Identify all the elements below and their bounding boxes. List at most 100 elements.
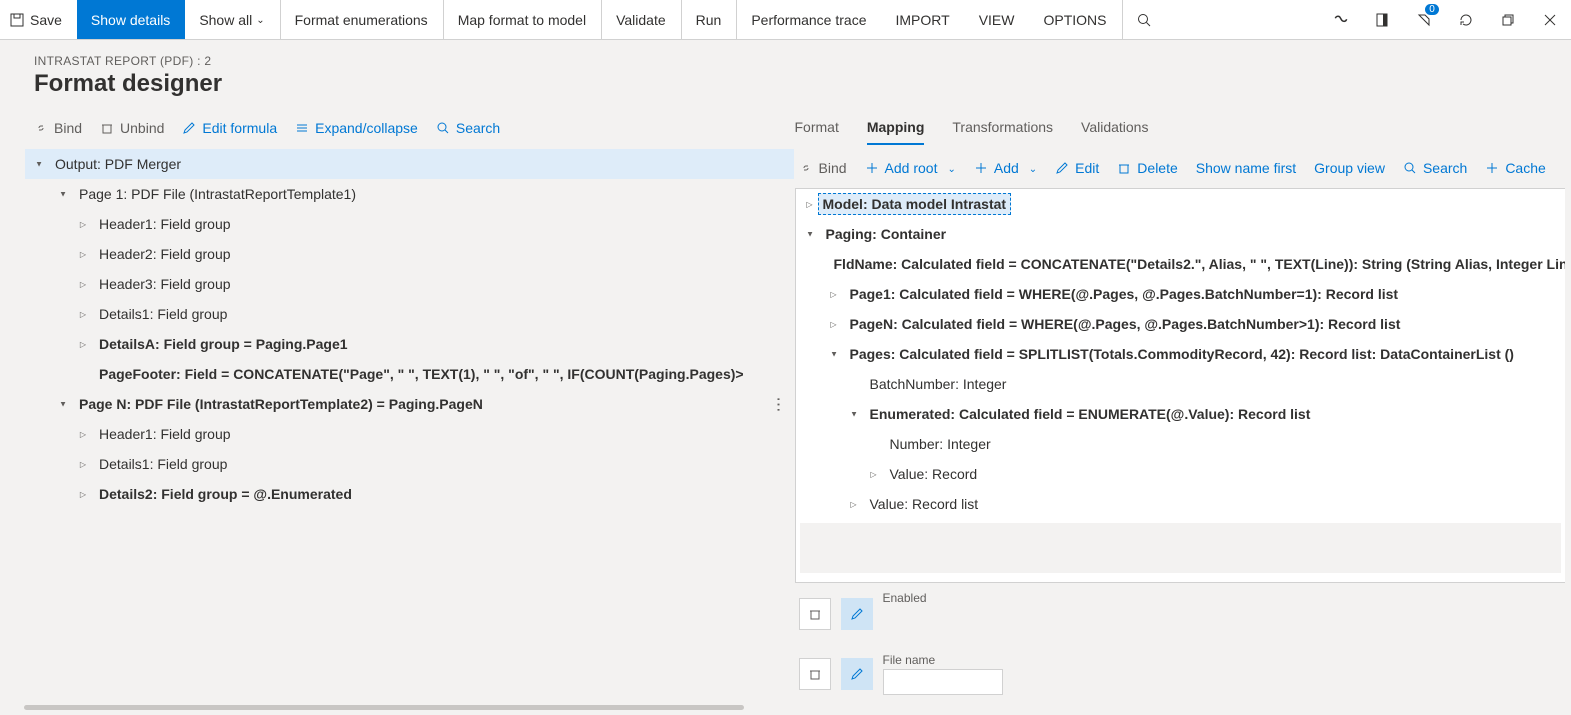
- expand-toggle[interactable]: ▷: [75, 460, 91, 469]
- import-button[interactable]: IMPORT: [882, 0, 965, 39]
- left-tree-row[interactable]: ▷Header1: Field group: [25, 209, 794, 239]
- left-tree-row[interactable]: ▷Details1: Field group: [25, 449, 794, 479]
- trash-icon: [808, 667, 822, 681]
- toolbar-search-button[interactable]: [1122, 0, 1166, 39]
- prop-edit-filename[interactable]: [841, 658, 873, 690]
- validate-button[interactable]: Validate: [601, 0, 681, 39]
- tree-node-label: Header1: Field group: [91, 426, 231, 442]
- expand-toggle[interactable]: ▷: [75, 310, 91, 319]
- expand-toggle[interactable]: ▷: [826, 320, 842, 329]
- spacer: [800, 523, 1562, 573]
- infinity-icon-button[interactable]: [1319, 0, 1361, 39]
- right-tree[interactable]: ▷Model: Data model Intrastat▲Paging: Con…: [795, 188, 1566, 583]
- right-tree-row[interactable]: ▲Pages: Calculated field = SPLITLIST(Tot…: [796, 339, 1566, 369]
- left-tree-row[interactable]: ▷Details2: Field group = @.Enumerated: [25, 479, 794, 509]
- tab-format[interactable]: Format: [795, 111, 839, 145]
- show-all-button[interactable]: Show all⌄: [185, 0, 279, 39]
- left-tree-row[interactable]: ▷Details1: Field group: [25, 299, 794, 329]
- bind-button[interactable]: Bind: [34, 120, 82, 136]
- left-tree-row[interactable]: ▲Output: PDF Merger: [25, 149, 794, 179]
- edit-formula-button[interactable]: Edit formula: [182, 120, 277, 136]
- add-root-button[interactable]: Add root⌄: [865, 160, 956, 176]
- edit-icon: [850, 667, 864, 681]
- save-button[interactable]: Save: [0, 0, 77, 39]
- expand-toggle[interactable]: ▷: [802, 200, 818, 209]
- collapse-toggle[interactable]: ▲: [55, 190, 71, 199]
- save-icon: [10, 13, 24, 27]
- collapse-toggle[interactable]: ▲: [55, 400, 71, 409]
- right-tree-row[interactable]: Number: Integer: [796, 429, 1566, 459]
- tab-transformations[interactable]: Transformations: [952, 111, 1053, 145]
- map-format-label: Map format to model: [458, 12, 586, 28]
- prop-delete-enabled[interactable]: [799, 598, 831, 630]
- filename-input[interactable]: [883, 669, 1003, 695]
- expand-toggle[interactable]: ▷: [75, 280, 91, 289]
- enabled-input[interactable]: [883, 607, 1566, 637]
- right-tree-row[interactable]: ▷Model: Data model Intrastat: [796, 189, 1566, 219]
- expand-toggle[interactable]: ▷: [75, 340, 91, 349]
- map-format-to-model-button[interactable]: Map format to model: [443, 0, 601, 39]
- titlebar-right: 0: [1319, 0, 1571, 39]
- left-tree-row[interactable]: ▷Header1: Field group: [25, 419, 794, 449]
- left-tree-row[interactable]: ▲Page N: PDF File (IntrastatReportTempla…: [25, 389, 794, 419]
- expand-toggle[interactable]: ▷: [75, 250, 91, 259]
- right-tree-row[interactable]: BatchNumber: Integer: [796, 369, 1566, 399]
- right-tree-row[interactable]: ▷Value: Record list: [796, 489, 1566, 519]
- expand-toggle[interactable]: ▷: [866, 470, 882, 479]
- prop-delete-filename[interactable]: [799, 658, 831, 690]
- delete-button[interactable]: Delete: [1117, 160, 1177, 176]
- cache-button[interactable]: Cache: [1485, 160, 1545, 176]
- show-details-button[interactable]: Show details: [77, 0, 185, 39]
- restore-button[interactable]: [1487, 0, 1529, 39]
- tab-validations[interactable]: Validations: [1081, 111, 1148, 145]
- office-icon-button[interactable]: [1361, 0, 1403, 39]
- left-tree-row[interactable]: ▷Header3: Field group: [25, 269, 794, 299]
- expand-collapse-button[interactable]: Expand/collapse: [295, 120, 418, 136]
- edit-icon: [182, 121, 196, 135]
- refresh-button[interactable]: [1445, 0, 1487, 39]
- left-search-button[interactable]: Search: [436, 120, 500, 136]
- left-tree-row[interactable]: PageFooter: Field = CONCATENATE("Page", …: [25, 359, 794, 389]
- performance-trace-button[interactable]: Performance trace: [736, 0, 881, 39]
- cache-label: Cache: [1505, 160, 1545, 176]
- collapse-toggle[interactable]: ▲: [846, 410, 862, 419]
- expand-toggle[interactable]: ▷: [846, 500, 862, 509]
- unbind-button[interactable]: Unbind: [100, 120, 164, 136]
- expand-toggle[interactable]: ▷: [826, 290, 842, 299]
- group-view-button[interactable]: Group view: [1314, 160, 1385, 176]
- right-search-button[interactable]: Search: [1403, 160, 1467, 176]
- more-icon[interactable]: ⋯: [768, 397, 788, 412]
- prop-edit-enabled[interactable]: [841, 598, 873, 630]
- right-tree-row[interactable]: ▲Enumerated: Calculated field = ENUMERAT…: [796, 399, 1566, 429]
- expand-toggle[interactable]: ▷: [75, 490, 91, 499]
- options-button[interactable]: OPTIONS: [1029, 0, 1121, 39]
- edit-button[interactable]: Edit: [1055, 160, 1099, 176]
- right-bind-label: Bind: [819, 160, 847, 176]
- format-enumerations-button[interactable]: Format enumerations: [280, 0, 443, 39]
- collapse-toggle[interactable]: ▲: [802, 230, 818, 239]
- tab-mapping[interactable]: Mapping: [867, 111, 925, 145]
- collapse-toggle[interactable]: ▲: [31, 160, 47, 169]
- right-tree-row[interactable]: ▷PageN: Calculated field = WHERE(@.Pages…: [796, 309, 1566, 339]
- horizontal-scrollbar[interactable]: [24, 705, 1547, 715]
- show-name-first-button[interactable]: Show name first: [1196, 160, 1296, 176]
- left-tree-row[interactable]: ▷Header2: Field group: [25, 239, 794, 269]
- collapse-toggle[interactable]: ▲: [826, 350, 842, 359]
- run-button[interactable]: Run: [681, 0, 737, 39]
- right-tree-row[interactable]: ▷Page1: Calculated field = WHERE(@.Pages…: [796, 279, 1566, 309]
- expand-toggle[interactable]: ▷: [75, 220, 91, 229]
- right-tree-row[interactable]: ▷Value: Record: [796, 459, 1566, 489]
- close-button[interactable]: [1529, 0, 1571, 39]
- scrollbar-thumb[interactable]: [24, 705, 744, 710]
- left-tree-row[interactable]: ▲Page 1: PDF File (IntrastatReportTempla…: [25, 179, 794, 209]
- view-button[interactable]: VIEW: [965, 0, 1030, 39]
- right-tree-row[interactable]: FldName: Calculated field = CONCATENATE(…: [796, 249, 1566, 279]
- expand-toggle[interactable]: ▷: [75, 430, 91, 439]
- right-tree-row[interactable]: ▲Paging: Container: [796, 219, 1566, 249]
- plus-icon: [974, 161, 988, 175]
- tree-node-label: PageFooter: Field = CONCATENATE("Page", …: [91, 366, 744, 382]
- add-button[interactable]: Add⌄: [974, 160, 1037, 176]
- notification-button[interactable]: 0: [1403, 0, 1445, 39]
- right-bind-button[interactable]: Bind: [799, 160, 847, 176]
- left-tree-row[interactable]: ▷DetailsA: Field group = Paging.Page1: [25, 329, 794, 359]
